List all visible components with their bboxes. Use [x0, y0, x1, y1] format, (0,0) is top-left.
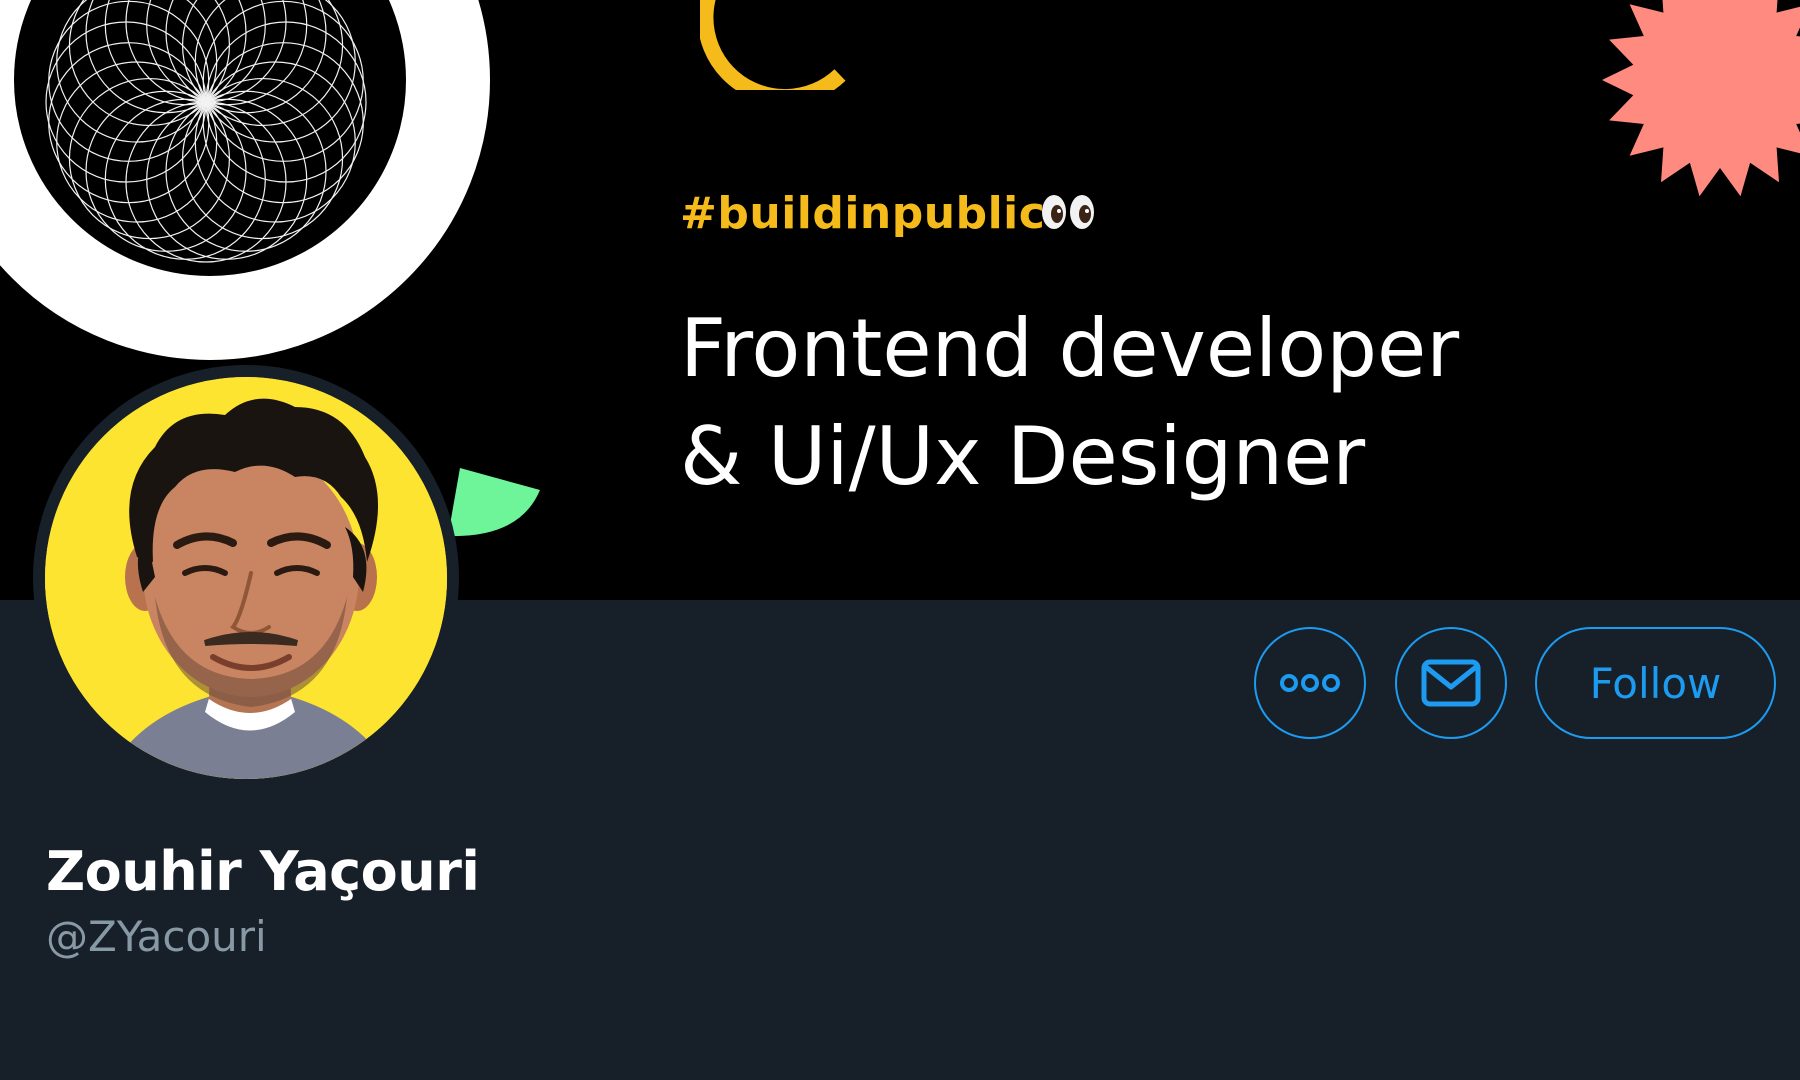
more-horizontal-icon [1280, 674, 1340, 692]
envelope-icon [1421, 659, 1481, 707]
avatar[interactable] [33, 365, 459, 791]
pink-starburst-shape [1602, 0, 1800, 197]
yellow-arc-shape [700, 0, 846, 90]
profile-page: #buildinpublic Frontend developer & Ui/U… [0, 0, 1800, 1080]
profile-display-name: Zouhir Yaçouri [46, 840, 480, 903]
follow-button[interactable]: Follow [1535, 627, 1776, 739]
green-wedge-shape [448, 468, 540, 537]
message-button[interactable] [1395, 627, 1507, 739]
more-options-button[interactable] [1254, 627, 1366, 739]
profile-handle: @ZYacouri [46, 912, 267, 961]
headline-line-1: Frontend developer [680, 302, 1460, 395]
avatar-photo [45, 377, 447, 779]
banner-headline: Frontend developer & Ui/Ux Designer [680, 295, 1459, 511]
headline-line-2: & Ui/Ux Designer [680, 410, 1366, 503]
geometric-rosette-graphic [45, 0, 367, 263]
eyes-emoji-icon [1042, 195, 1094, 229]
banner-hashtag: #buildinpublic [680, 188, 1046, 239]
